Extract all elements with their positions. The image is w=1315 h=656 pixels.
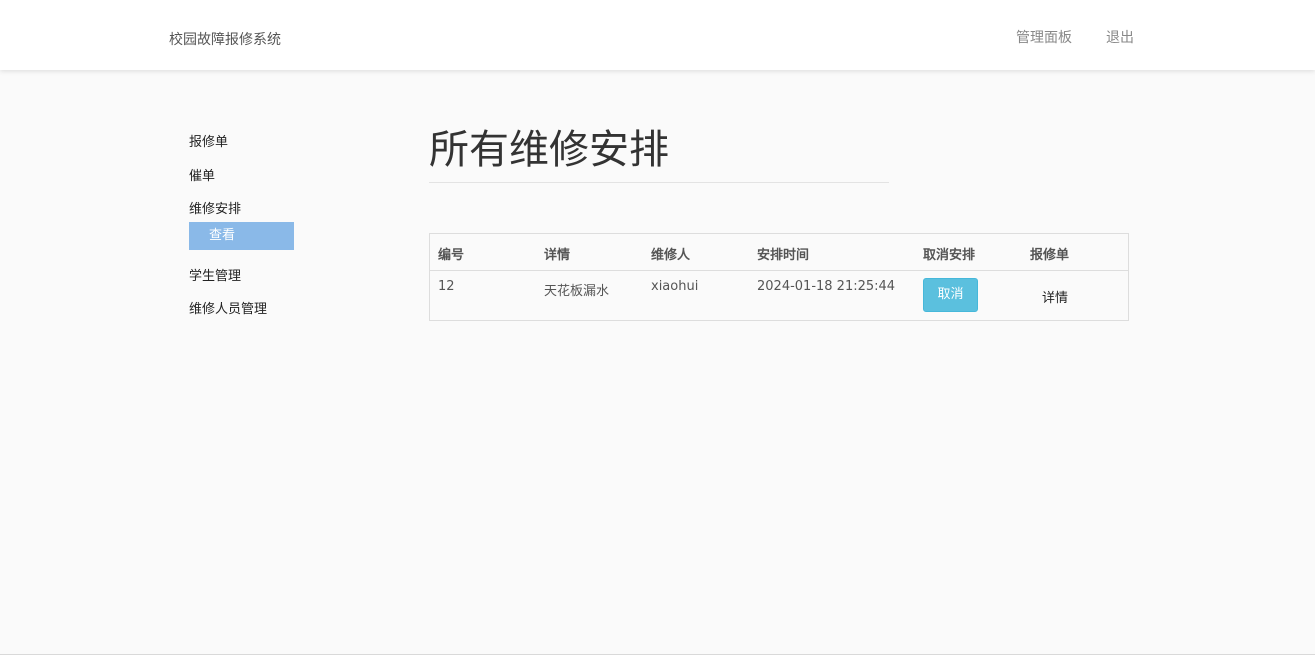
page-body: 报修单 催单 维修安排 查看 学生管理 维修人员管理 所有维修安排 编号 详情 … — [0, 70, 1315, 655]
column-header-time: 安排时间 — [757, 248, 810, 263]
top-navbar: 校园故障报修系统 管理面板 退出 — [0, 0, 1315, 70]
brand-link[interactable]: 校园故障报修系统 — [169, 29, 281, 49]
cell-repairer: xiaohui — [651, 279, 699, 294]
sidebar-item-repair-orders[interactable]: 报修单 — [189, 131, 228, 150]
logout-link[interactable]: 退出 — [1106, 27, 1134, 47]
cell-time: 2024-01-18 21:25:44 — [757, 279, 896, 294]
column-header-order: 报修单 — [1030, 248, 1070, 263]
column-header-id: 编号 — [438, 248, 465, 263]
sidebar-item-repair-arrangements[interactable]: 维修安排 — [189, 198, 241, 217]
sidebar-item-student-management[interactable]: 学生管理 — [189, 265, 241, 284]
dashboard-link[interactable]: 管理面板 — [1016, 27, 1072, 47]
sidebar-item-urge-orders[interactable]: 催单 — [189, 165, 215, 184]
column-header-cancel: 取消安排 — [923, 248, 976, 263]
cell-id: 12 — [438, 279, 455, 294]
sidebar-item-repairer-management[interactable]: 维修人员管理 — [189, 298, 267, 317]
title-divider — [429, 182, 889, 183]
order-detail-link[interactable]: 详情 — [1042, 287, 1068, 306]
sidebar-subitem-view[interactable]: 查看 — [189, 222, 294, 250]
page-title: 所有维修安排 — [429, 127, 669, 173]
arrangements-table: 编号 详情 维修人 安排时间 取消安排 报修单 12 天花板漏水 xiaohui… — [429, 233, 1129, 321]
column-header-detail: 详情 — [544, 248, 571, 263]
table-header: 编号 详情 维修人 安排时间 取消安排 报修单 — [430, 234, 1128, 271]
column-header-repairer: 维修人 — [651, 248, 691, 263]
cancel-arrangement-button[interactable]: 取消 — [923, 278, 978, 312]
cell-detail: 天花板漏水 — [544, 284, 610, 299]
